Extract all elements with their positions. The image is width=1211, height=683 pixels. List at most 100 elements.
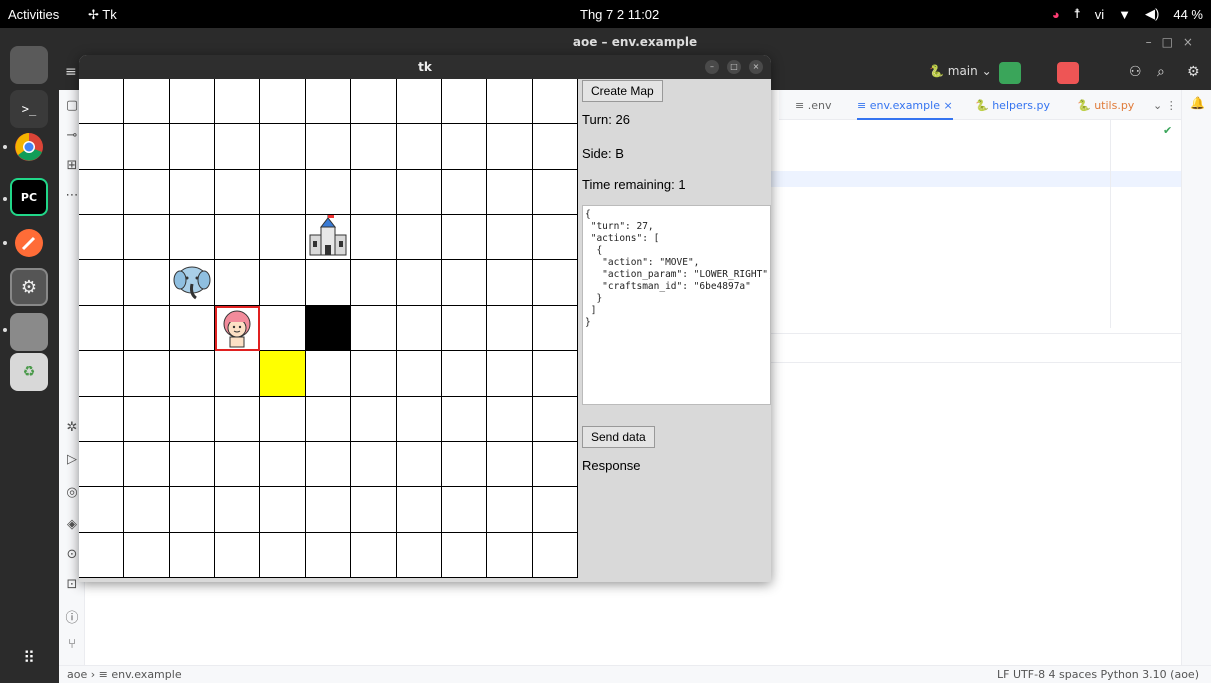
tabs-menu-icon[interactable]: ⌄ ⋮ bbox=[1153, 99, 1177, 112]
board-cell[interactable] bbox=[351, 532, 397, 578]
board-cell[interactable] bbox=[351, 487, 397, 533]
board-cell[interactable] bbox=[124, 441, 170, 488]
app-menu[interactable]: ✢ Tk bbox=[88, 7, 117, 23]
board-cell[interactable] bbox=[169, 305, 216, 352]
board-cell[interactable] bbox=[260, 396, 306, 442]
board-cell[interactable] bbox=[487, 351, 533, 397]
board-cell[interactable] bbox=[351, 305, 397, 352]
apps-grid-icon[interactable]: ⠿ bbox=[10, 638, 48, 676]
board-cell[interactable] bbox=[351, 215, 397, 261]
board-cell[interactable] bbox=[487, 396, 533, 442]
board-cell[interactable] bbox=[169, 215, 216, 261]
chrome-icon[interactable] bbox=[10, 128, 48, 166]
board-cell[interactable] bbox=[305, 351, 352, 397]
board-cell[interactable] bbox=[79, 215, 125, 261]
board-cell[interactable] bbox=[169, 441, 216, 488]
terminal-icon[interactable]: >_ bbox=[10, 90, 48, 128]
board-cell[interactable] bbox=[532, 305, 578, 352]
board-cell[interactable] bbox=[487, 441, 533, 488]
settings-icon[interactable]: ⚙ bbox=[10, 268, 48, 306]
board-cell[interactable] bbox=[351, 351, 397, 397]
board-cell[interactable] bbox=[79, 532, 125, 578]
board-cell[interactable] bbox=[396, 532, 442, 578]
elephant-icon[interactable] bbox=[169, 260, 216, 306]
files-icon[interactable] bbox=[10, 46, 48, 84]
accessibility-icon[interactable]: ☨ bbox=[1074, 6, 1081, 22]
problems-icon[interactable]: ⓘ bbox=[63, 607, 81, 626]
notifications-icon[interactable]: 🔔 bbox=[1190, 96, 1205, 110]
game-board[interactable] bbox=[79, 79, 578, 578]
board-cell[interactable] bbox=[351, 396, 397, 442]
board-cell[interactable] bbox=[215, 260, 261, 306]
close-icon[interactable]: × bbox=[749, 60, 763, 74]
board-cell[interactable] bbox=[487, 79, 533, 125]
board-cell[interactable] bbox=[351, 260, 397, 306]
board-cell[interactable] bbox=[441, 351, 488, 397]
board-cell[interactable] bbox=[79, 260, 125, 306]
board-cell[interactable] bbox=[215, 532, 261, 578]
board-cell[interactable] bbox=[124, 532, 170, 578]
board-cell[interactable] bbox=[215, 487, 261, 533]
board-cell[interactable] bbox=[351, 124, 397, 170]
board-cell[interactable] bbox=[532, 351, 578, 397]
board-cell[interactable] bbox=[396, 396, 442, 442]
postman-icon[interactable] bbox=[10, 224, 48, 262]
trash-icon[interactable]: ♻ bbox=[10, 353, 48, 391]
board-cell[interactable] bbox=[351, 169, 397, 216]
board-cell[interactable] bbox=[532, 124, 578, 170]
board-cell[interactable] bbox=[215, 169, 261, 216]
board-cell[interactable] bbox=[215, 215, 261, 261]
board-cell[interactable] bbox=[487, 260, 533, 306]
board-cell[interactable] bbox=[79, 487, 125, 533]
board-cell[interactable] bbox=[305, 396, 352, 442]
board-cell[interactable] bbox=[396, 305, 442, 352]
board-cell[interactable] bbox=[441, 532, 488, 578]
board-cell[interactable] bbox=[396, 441, 442, 488]
board-cell[interactable] bbox=[532, 487, 578, 533]
board-cell[interactable] bbox=[305, 487, 352, 533]
board-cell[interactable] bbox=[532, 215, 578, 261]
craftsman-selected[interactable] bbox=[215, 305, 261, 352]
board-cell[interactable] bbox=[305, 305, 352, 352]
board-cell[interactable] bbox=[124, 169, 170, 216]
json-editor[interactable]: { "turn": 27, "actions": [ { "action": "… bbox=[582, 205, 771, 405]
board-cell[interactable] bbox=[260, 351, 306, 397]
create-map-button[interactable]: Create Map bbox=[582, 80, 663, 102]
pycharm-icon[interactable]: PC bbox=[10, 178, 48, 216]
board-cell[interactable] bbox=[124, 351, 170, 397]
board-cell[interactable] bbox=[532, 532, 578, 578]
board-cell[interactable] bbox=[169, 124, 216, 170]
board-cell[interactable] bbox=[532, 441, 578, 488]
board-cell[interactable] bbox=[441, 441, 488, 488]
board-cell[interactable] bbox=[532, 169, 578, 216]
board-cell[interactable] bbox=[441, 487, 488, 533]
board-cell[interactable] bbox=[396, 487, 442, 533]
board-cell[interactable] bbox=[79, 441, 125, 488]
board-cell[interactable] bbox=[79, 124, 125, 170]
tab-env-example[interactable]: ≡ env.example × bbox=[857, 99, 953, 120]
board-cell[interactable] bbox=[124, 305, 170, 352]
board-cell[interactable] bbox=[305, 169, 352, 216]
board-cell[interactable] bbox=[260, 305, 306, 352]
branch-selector[interactable]: 🐍 main ⌄ bbox=[929, 64, 992, 78]
board-cell[interactable] bbox=[441, 260, 488, 306]
board-cell[interactable] bbox=[487, 169, 533, 216]
board-cell[interactable] bbox=[260, 215, 306, 261]
board-cell[interactable] bbox=[215, 351, 261, 397]
clock[interactable]: Thg 7 2 11:02 bbox=[580, 7, 659, 22]
board-cell[interactable] bbox=[396, 169, 442, 216]
settings-gear-icon[interactable]: ⚙ bbox=[1187, 64, 1200, 80]
board-cell[interactable] bbox=[169, 351, 216, 397]
board-cell[interactable] bbox=[487, 124, 533, 170]
tab-utils[interactable]: 🐍 utils.py bbox=[1077, 99, 1134, 112]
board-cell[interactable] bbox=[260, 532, 306, 578]
board-cell[interactable] bbox=[441, 79, 488, 125]
stop-button[interactable] bbox=[1057, 62, 1079, 84]
board-cell[interactable] bbox=[396, 215, 442, 261]
board-cell[interactable] bbox=[305, 441, 352, 488]
board-cell[interactable] bbox=[396, 351, 442, 397]
board-cell[interactable] bbox=[351, 79, 397, 125]
board-cell[interactable] bbox=[441, 396, 488, 442]
maximize-icon[interactable]: □ bbox=[727, 60, 741, 74]
board-cell[interactable] bbox=[124, 124, 170, 170]
